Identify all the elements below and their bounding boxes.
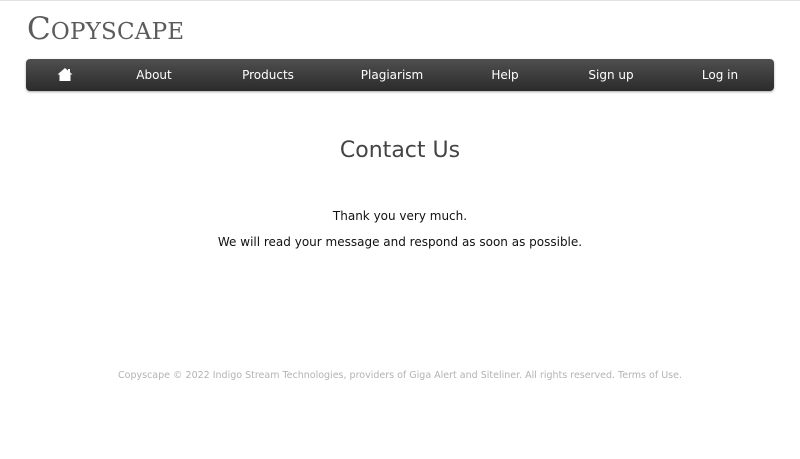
main-navigation-bar: About Products Plagiarism Help Sign up L… [26, 59, 774, 91]
copyscape-logo[interactable]: C OPYSCAPE [27, 14, 184, 45]
nav-item-log-in[interactable]: Log in [702, 59, 738, 91]
logo-initial: C [27, 11, 51, 47]
footer-link-siteliner[interactable]: Siteliner [481, 370, 519, 381]
footer-text-and: and [456, 370, 481, 381]
nav-item-about[interactable]: About [136, 59, 171, 91]
nav-item-products[interactable]: Products [242, 59, 294, 91]
nav-item-plagiarism[interactable]: Plagiarism [361, 59, 423, 91]
footer-link-indigo-stream[interactable]: Indigo Stream Technologies [213, 370, 344, 381]
footer-text-rights: . All rights reserved. [519, 370, 619, 381]
response-message: We will read your message and respond as… [217, 235, 583, 249]
footer: Copyscape © 2022 Indigo Stream Technolog… [0, 370, 800, 381]
footer-copyright: Copyscape © 2022 [118, 370, 213, 381]
home-icon[interactable] [57, 67, 73, 82]
page-title: Contact Us [339, 138, 461, 163]
nav-item-help[interactable]: Help [491, 59, 518, 91]
footer-link-giga-alert[interactable]: Giga Alert [409, 370, 457, 381]
footer-text-end: . [678, 370, 682, 381]
nav-item-sign-up[interactable]: Sign up [588, 59, 633, 91]
thank-you-message: Thank you very much. [332, 209, 468, 223]
footer-link-terms-of-use[interactable]: Terms of Use [618, 370, 679, 381]
logo-text: OPYSCAPE [50, 19, 185, 45]
footer-text-providers: , providers of [343, 370, 410, 381]
top-rule [0, 0, 800, 1]
